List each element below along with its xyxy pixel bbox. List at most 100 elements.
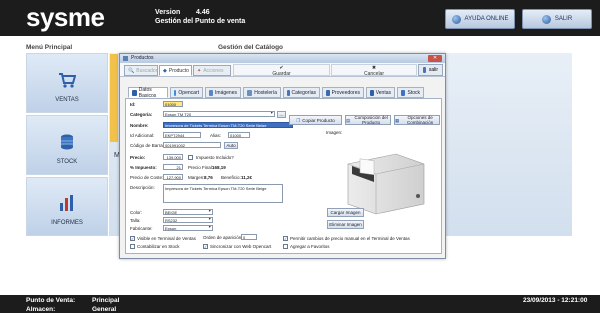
- id-field[interactable]: 01000: [163, 101, 183, 107]
- help-online-button[interactable]: AYUDA ONLINE: [445, 9, 515, 29]
- precio-coste-field[interactable]: 127.900: [163, 174, 183, 180]
- app-window: sysme Version 4.46 Gestión del Punto de …: [0, 0, 600, 313]
- database-icon: [401, 89, 406, 96]
- layers-icon: ▤: [346, 117, 351, 123]
- globe-icon: [451, 14, 461, 24]
- subtab-ventas[interactable]: Ventas: [366, 87, 395, 98]
- contabilizar-stock-checkbox[interactable]: [130, 244, 135, 249]
- id-adicional-label: Id Adicional:: [130, 133, 155, 138]
- save-button[interactable]: ✔ Guardar: [233, 64, 330, 77]
- impuesto-incluido-checkbox[interactable]: [188, 155, 193, 160]
- talla-label: Talla:: [130, 218, 141, 223]
- load-image-button[interactable]: Cargar Imagen: [327, 208, 364, 217]
- subtab-categorias[interactable]: Categorías: [283, 87, 320, 98]
- tools-icon: ✦: [197, 67, 202, 74]
- copy-icon: ❐: [296, 117, 301, 123]
- status-bar: Punto de Venta: Principal Almacen: Gener…: [0, 295, 600, 313]
- nombre-field[interactable]: Impresora de Tickets Termica Epson TM-T2…: [163, 122, 293, 128]
- window-close-icon[interactable]: ✕: [428, 55, 442, 62]
- tag-icon: ◆: [163, 67, 167, 74]
- exit-icon: [541, 14, 551, 24]
- subtab-stock[interactable]: Stock: [397, 87, 424, 98]
- menu-tile-informes[interactable]: INFORMES: [26, 177, 108, 236]
- alias-field[interactable]: 01000: [228, 132, 250, 138]
- subtab-proveedores[interactable]: Proveedores: [322, 87, 364, 98]
- tab-acciones[interactable]: ✦ Acciones: [193, 65, 231, 76]
- app-logo: sysme: [26, 2, 105, 32]
- exit-button[interactable]: SALIR: [522, 9, 592, 29]
- subtab-label: Categorías: [291, 89, 316, 96]
- contabilizar-stock-label: Contabilizar en Stock: [137, 244, 180, 249]
- precio-label: Precio:: [130, 155, 146, 160]
- exit-label: SALIR: [554, 16, 573, 22]
- id-label: Id:: [130, 102, 136, 107]
- help-online-label: AYUDA ONLINE: [464, 16, 509, 22]
- top-bar: sysme Version 4.46 Gestión del Punto de …: [0, 0, 600, 36]
- save-label: Guardar: [272, 71, 291, 77]
- subtab-datos-basicos[interactable]: Datos Basicos: [128, 87, 168, 99]
- copy-product-label: Copiar Producto: [302, 117, 335, 123]
- categoria-browse-button[interactable]: …: [277, 111, 286, 118]
- categoria-select[interactable]: Epson TM T20: [163, 111, 275, 117]
- main-menu-title: Menú Principal: [26, 44, 73, 51]
- subtab-opencart[interactable]: Opencart: [170, 87, 203, 98]
- pct-impuesto-label: % Impuesto:: [130, 165, 157, 170]
- beneficio-label: Beneficio:: [221, 175, 241, 180]
- talla-select[interactable]: RS232: [163, 217, 213, 223]
- copy-product-button[interactable]: ❐ Copiar Producto: [289, 115, 342, 125]
- auto-button[interactable]: Auto: [224, 142, 238, 149]
- bar-chart-icon: [60, 195, 73, 211]
- cart-icon: [59, 73, 76, 88]
- subtab-imagenes[interactable]: Imágenes: [205, 87, 241, 98]
- tab-label: Buscador: [136, 67, 158, 74]
- subtab-label: Stock: [407, 89, 420, 96]
- combination-options-label: Opciones de Combinación: [407, 115, 434, 125]
- app-subtitle: Gestión del Punto de venta: [155, 18, 246, 25]
- subtab-label: Ventas: [375, 89, 391, 96]
- composition-button[interactable]: ▤ Composición del Producto: [345, 115, 391, 125]
- dialog-title-bar: Productos ✕: [120, 54, 445, 63]
- dialog-exit-button[interactable]: salir: [418, 64, 443, 76]
- color-select[interactable]: BEIGE: [163, 209, 213, 215]
- codigo-barras-field[interactable]: 001991002: [163, 142, 221, 148]
- cancel-button[interactable]: ✖ Cancelar: [331, 64, 417, 77]
- subtab-hosteleria[interactable]: Hostelería: [243, 87, 281, 98]
- sincronizar-opencart-checkbox[interactable]: ✓: [203, 244, 208, 249]
- precio-field[interactable]: 139.000: [163, 154, 183, 160]
- tab-label: Producto: [168, 67, 189, 74]
- dialog-title: Productos: [131, 55, 154, 61]
- descripcion-textarea[interactable]: Impresora de Tickets Termica Epson TM-T2…: [163, 184, 283, 203]
- menu-tile-stock[interactable]: STOCK: [26, 115, 108, 175]
- exit-small-icon: [423, 67, 426, 73]
- tab-producto[interactable]: ◆ Producto: [159, 65, 192, 76]
- combination-options-button[interactable]: ▦ Opciones de Combinación: [394, 115, 440, 125]
- menu-tile-ventas[interactable]: VENTAS: [26, 53, 108, 113]
- restaurant-icon: [247, 89, 253, 96]
- dialog-exit-label: salir: [428, 67, 438, 73]
- cancel-label: Cancelar: [363, 71, 384, 77]
- delete-image-button[interactable]: Eliminar Imagen: [327, 220, 364, 229]
- menu-tile-label: INFORMES: [51, 220, 83, 226]
- options-icon: ▦: [395, 117, 400, 123]
- permitir-precio-checkbox[interactable]: ✓: [283, 236, 288, 241]
- id-adicional-field[interactable]: EKPT2944: [163, 132, 201, 138]
- precio-coste-label: Precio de Coste:: [130, 175, 164, 180]
- app-small-icon: [123, 56, 128, 61]
- orden-aparicion-field[interactable]: 0: [241, 234, 257, 240]
- orden-aparicion-label: Orden de aparición:: [203, 235, 243, 240]
- beneficio-value: 11,2€: [241, 175, 253, 180]
- favoritos-checkbox[interactable]: [283, 244, 288, 249]
- visible-terminal-checkbox[interactable]: ✓: [130, 236, 135, 241]
- catalog-title: Gestión del Catálogo: [218, 44, 284, 51]
- fabricante-select[interactable]: Epson: [163, 225, 213, 231]
- permitir-precio-label: Permitir cambios de precio manual en el …: [290, 236, 410, 241]
- tab-buscador[interactable]: 🔍 Buscador: [124, 65, 158, 76]
- margen-label: Margen:: [188, 175, 205, 180]
- punto-venta-value: Principal: [92, 297, 120, 304]
- sincronizar-opencart-label: Sincronizar con Web Opencart: [210, 244, 272, 249]
- almacen-value: General: [92, 306, 117, 313]
- pct-impuesto-field[interactable]: 21: [163, 164, 183, 170]
- products-dialog: Productos ✕ 🔍 Buscador ◆ Producto ✦ Acci…: [119, 53, 446, 259]
- datos-basicos-panel: Id: 01000 Categoría: Epson TM T20 … Nomb…: [125, 98, 442, 254]
- version-label: Version: [155, 9, 181, 16]
